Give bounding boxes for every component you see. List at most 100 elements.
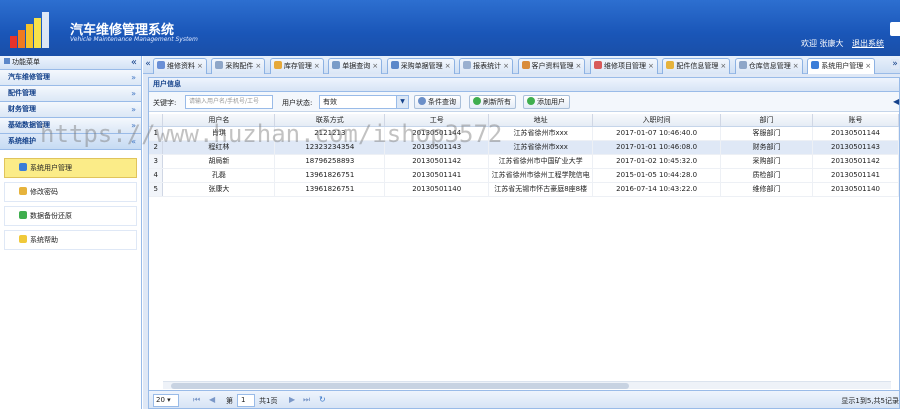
page-size-select[interactable]: 20 ▾ [153, 394, 179, 407]
sidebar-section-repair[interactable]: 汽车维修管理 » [0, 70, 141, 86]
cell-employee-id: 20130501141 [384, 168, 490, 183]
close-icon[interactable]: × [197, 62, 203, 70]
column-header-hire-date[interactable]: 入职时间 [592, 114, 722, 127]
sidebar-section-parts[interactable]: 配件管理 » [0, 86, 141, 102]
table-row[interactable]: 5 张康大 13961826751 20130501140 江苏省无锡市怀古豪庭… [149, 182, 899, 197]
first-page-icon[interactable]: ⏮ [193, 395, 200, 405]
close-icon[interactable]: × [314, 62, 320, 70]
status-select[interactable]: 有效 ▼ [319, 95, 409, 109]
tab-scroll-left-button[interactable]: « [144, 59, 152, 69]
tab-inventory[interactable]: 库存管理 × [269, 58, 324, 74]
tab-label: 采购配件 [225, 62, 254, 70]
pagination-bar: 20 ▾ ⏮ ◀ 第 1 共1页 ▶ ⏭ ↻ 显示1到5,共5记录 [148, 390, 900, 409]
search-button[interactable]: 条件查询 [414, 95, 461, 109]
tag-icon [593, 61, 602, 69]
tab-warehouse-info[interactable]: 仓库信息管理 × [734, 58, 803, 74]
sidebar-item-label: 数据备份还原 [30, 212, 72, 220]
table-row[interactable]: 2 程红林 12323234354 20130501143 江苏省徐州市xxx … [149, 140, 899, 155]
add-user-button[interactable]: 添加用户 [523, 95, 570, 109]
tab-user-management[interactable]: 系统用户管理 × [807, 58, 876, 74]
chevron-down-icon: » [131, 121, 136, 130]
prev-page-icon[interactable]: ◀ [209, 395, 215, 404]
logout-link[interactable]: 退出系统 [852, 38, 884, 49]
keyword-label: 关键字: [153, 99, 177, 107]
tab-purchase-documents[interactable]: 采购单据管理 × [386, 58, 455, 74]
scrollbar-thumb[interactable] [171, 383, 629, 389]
tab-document-query[interactable]: 单据查询 × [328, 58, 383, 74]
app-logo [10, 12, 56, 48]
sidebar-section-basic-data[interactable]: 基础数据管理 » [0, 118, 141, 134]
sidebar-section-label: 财务管理 [8, 105, 36, 113]
tab-repair-items[interactable]: 维修项目管理 × [589, 58, 658, 74]
refresh-icon[interactable]: ↻ [319, 395, 326, 404]
sidebar-section-system[interactable]: 系统维护 « [0, 134, 141, 150]
cell-account: 20130501142 [812, 154, 899, 169]
cell-username: 肖琪 [162, 126, 276, 141]
page-number-input[interactable]: 1 [237, 394, 255, 407]
last-page-icon[interactable]: ⏭ [303, 395, 310, 405]
cell-account: 20130501143 [812, 140, 899, 155]
close-icon[interactable]: × [720, 62, 726, 70]
close-icon[interactable]: × [576, 62, 582, 70]
cell-address: 江苏省徐州市xxx [488, 140, 594, 155]
next-page-icon[interactable]: ▶ [289, 395, 295, 404]
tab-purchase-parts[interactable]: 采购配件 × [211, 58, 266, 74]
page-total-label: 共1页 [259, 397, 278, 405]
cell-department: 财务部门 [720, 140, 813, 155]
sidebar-item-change-password[interactable]: 修改密码 [4, 182, 137, 202]
sidebar-section-label: 汽车维修管理 [8, 73, 50, 81]
column-header-contact[interactable]: 联系方式 [274, 114, 386, 127]
table-row[interactable]: 1 肖琪 2121213 20130501144 江苏省徐州市xxx 2017-… [149, 126, 899, 141]
cell-department: 客服部门 [720, 126, 813, 141]
tab-scroll-right-button[interactable]: » [891, 59, 899, 69]
keyword-input[interactable]: 请输入用户名/手机号/工号 [185, 95, 273, 109]
tab-parts-info[interactable]: 配件信息管理 × [662, 58, 731, 74]
user-table: 用户名 联系方式 工号 地址 入职时间 部门 账号 1 肖琪 2121213 2 [149, 114, 899, 197]
sidebar-section-finance[interactable]: 财务管理 » [0, 102, 141, 118]
cell-department: 维修部门 [720, 182, 813, 197]
close-icon[interactable]: × [372, 62, 378, 70]
chevron-down-icon: » [131, 105, 136, 114]
column-header-account[interactable]: 账号 [812, 114, 899, 127]
close-icon[interactable]: × [445, 62, 451, 70]
sidebar-item-help[interactable]: 系统帮助 [4, 230, 137, 250]
sidebar-title: 功能菜单 [12, 58, 40, 66]
column-header-address[interactable]: 地址 [488, 114, 594, 127]
horizontal-scrollbar[interactable] [163, 381, 891, 389]
tab-report-stats[interactable]: 报表统计 × [459, 58, 513, 74]
column-header-employee-id[interactable]: 工号 [384, 114, 490, 127]
toolbar-scroll-icon[interactable]: ◀ [893, 97, 899, 106]
main-area: « 维修资料 × 采购配件 × 库存管理 × 单据查询 × 采购单据管理 × 报表统计 × … [143, 56, 900, 409]
cell-contact: 12323234354 [274, 140, 386, 155]
column-header-department[interactable]: 部门 [720, 114, 813, 127]
cell-account: 20130501144 [812, 126, 899, 141]
refresh-all-button[interactable]: 刷新所有 [469, 95, 516, 109]
cell-account: 20130501140 [812, 182, 899, 197]
tab-label: 采购单据管理 [400, 62, 443, 70]
status-value: 有效 [323, 98, 337, 106]
tab-label: 维修资料 [167, 62, 195, 70]
sidebar-item-user-management[interactable]: 系统用户管理 [4, 158, 137, 178]
table-row[interactable]: 4 孔磊 13961826751 20130501141 江苏省徐州市徐州工程学… [149, 168, 899, 183]
close-icon[interactable]: × [503, 62, 509, 70]
box-icon [273, 61, 282, 69]
column-header-username[interactable]: 用户名 [162, 114, 276, 127]
cell-employee-id: 20130501144 [384, 126, 490, 141]
sidebar-collapse-button[interactable]: « [131, 56, 137, 69]
document-icon [390, 61, 399, 69]
close-icon[interactable]: × [648, 62, 654, 70]
tab-customer-data[interactable]: 客户资料管理 × [517, 58, 586, 74]
sidebar-item-backup-restore[interactable]: 数据备份还原 [4, 206, 137, 226]
close-icon[interactable]: × [255, 62, 261, 70]
tab-repair-data[interactable]: 维修资料 × [153, 58, 207, 74]
close-icon[interactable]: × [793, 62, 799, 70]
cell-hire-date: 2016-07-14 10:43:22.0 [592, 182, 722, 197]
sidebar-item-label: 系统用户管理 [30, 164, 72, 172]
row-number: 5 [149, 182, 164, 197]
user-info-panel: 用户信息 关键字: 请输入用户名/手机号/工号 用户状态: 有效 ▼ 条件查询 刷… [148, 77, 900, 409]
table-row[interactable]: 3 胡局新 18796258893 20130501142 江苏省徐州市中国矿业… [149, 154, 899, 169]
close-icon[interactable]: × [865, 62, 871, 70]
search-toolbar: 关键字: 请输入用户名/手机号/工号 用户状态: 有效 ▼ 条件查询 刷新所有 添… [149, 92, 899, 112]
page-prefix-label: 第 [226, 397, 233, 405]
cell-contact: 13961826751 [274, 168, 386, 183]
